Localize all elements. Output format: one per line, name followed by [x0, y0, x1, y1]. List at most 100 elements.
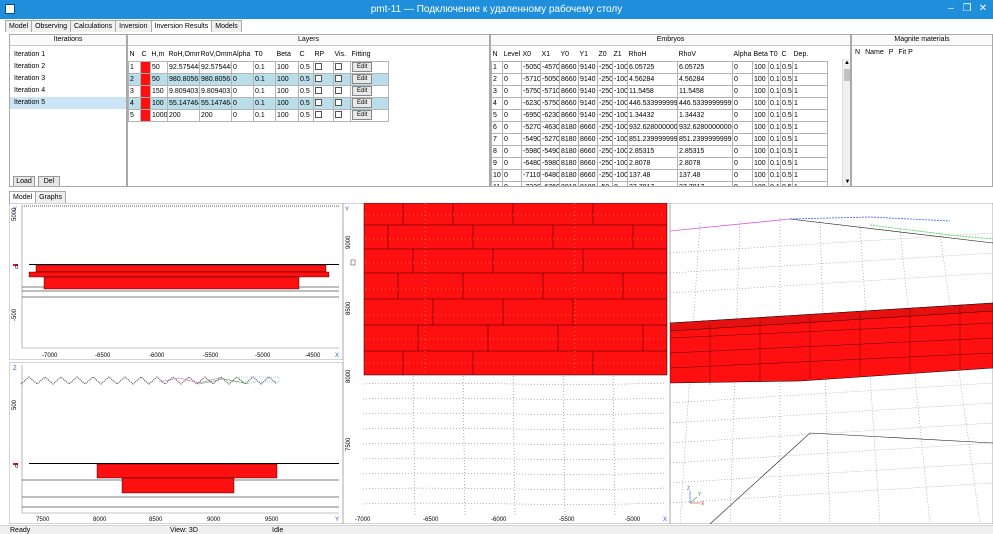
col-header[interactable]: Dep. [792, 49, 828, 62]
table-cell[interactable]: -6230 [521, 96, 541, 110]
table-row[interactable]: 2 50 980.80563 980.80563 0 0.1 100 0.5 Edit [128, 72, 389, 86]
table-cell[interactable]: 0.5 [780, 168, 793, 182]
table-cell[interactable]: 92.575448 [167, 60, 200, 74]
plot-plan-view[interactable]: Y X 9000 8500 8000 7500 -7000 -6500 -600… [343, 203, 670, 524]
table-cell[interactable]: 100 [275, 108, 299, 122]
table-row[interactable]: 1 50 92.575448 92.575448 0 0.1 100 0.5 Edit [128, 60, 389, 74]
table-cell[interactable]: -250 [597, 144, 613, 158]
table-cell[interactable]: 1 [128, 60, 141, 74]
edit-button[interactable]: Edit [352, 110, 373, 120]
table-cell[interactable]: 5 [128, 108, 141, 122]
checkbox[interactable] [315, 98, 322, 106]
vis-checkbox-cell[interactable] [333, 96, 351, 110]
col-header[interactable]: N [491, 49, 503, 62]
col-header[interactable]: Alpha [231, 49, 254, 62]
table-cell[interactable]: -100 [612, 156, 628, 170]
table-cell[interactable]: 2.85315 [627, 144, 678, 158]
table-cell[interactable]: 1 [792, 168, 828, 182]
col-header[interactable]: Z1 [612, 49, 628, 62]
table-cell[interactable]: 8660 [578, 144, 598, 158]
col-header[interactable]: Vis. [333, 49, 351, 62]
table-cell[interactable]: -6480 [540, 168, 560, 182]
table-cell[interactable]: 150 [150, 84, 168, 98]
table-cell[interactable]: 3 [128, 84, 141, 98]
checkbox[interactable] [335, 110, 342, 118]
table-cell[interactable]: 2.8078 [677, 156, 733, 170]
table-cell[interactable]: -100 [612, 168, 628, 182]
table-cell[interactable]: 100 [275, 84, 299, 98]
table-cell[interactable]: 0.1 [768, 72, 781, 86]
vis-checkbox-cell[interactable] [333, 108, 351, 122]
table-cell[interactable]: 1 [792, 60, 828, 74]
table-cell[interactable]: 0.1 [253, 84, 276, 98]
table-cell[interactable]: -250 [597, 156, 613, 170]
table-cell[interactable]: 100 [752, 156, 769, 170]
scroll-down-icon[interactable]: ▼ [843, 178, 850, 186]
table-cell[interactable]: -6760 [540, 180, 560, 186]
table-cell[interactable]: 8660 [559, 60, 579, 74]
table-cell[interactable]: 0.1 [768, 168, 781, 182]
table-cell[interactable]: 92.575448 [199, 60, 232, 74]
title-bar[interactable]: pmt-11 — Подключение к удаленному рабоче… [0, 0, 993, 19]
table-cell[interactable]: 1 [792, 84, 828, 98]
col-header[interactable]: P [889, 49, 894, 56]
col-header[interactable]: RP [313, 49, 334, 62]
plot-yz-section[interactable]: Z Y 500 0 7500 8000 8500 9000 9500 [9, 362, 343, 524]
table-cell[interactable]: 9140 [578, 96, 598, 110]
table-cell[interactable]: 0.1 [768, 180, 781, 186]
restore-button[interactable]: ❐ [960, 3, 974, 15]
table-cell[interactable]: 0 [502, 84, 522, 98]
table-cell[interactable]: 8180 [559, 132, 579, 146]
tab-models[interactable]: Models [211, 20, 242, 32]
table-row[interactable]: 3 0 -5750 -5710 8660 9140 -250 -100 11.5458 11.54… [491, 84, 828, 98]
table-cell[interactable]: 6.05725 [677, 60, 733, 74]
table-cell[interactable]: 0.1 [253, 96, 276, 110]
table-cell[interactable]: 0 [732, 144, 753, 158]
table-cell[interactable]: 0.1 [768, 156, 781, 170]
col-header[interactable]: RoH,Omm [167, 49, 200, 62]
table-cell[interactable]: 851.239999999996 [677, 132, 733, 146]
col-header[interactable]: H,m [150, 49, 168, 62]
table-cell[interactable]: 100 [752, 60, 769, 74]
table-cell[interactable]: 1 [491, 60, 503, 74]
table-cell[interactable]: 0 [612, 180, 628, 186]
table-cell[interactable]: 1 [792, 132, 828, 146]
table-row[interactable]: 10 0 -7110 -6480 8180 8660 -250 -100 137.48 137.4… [491, 168, 828, 182]
checkbox[interactable] [335, 62, 342, 70]
table-row[interactable]: 5 0 -6950 -6230 8660 9140 -250 -100 1.34432 1.344… [491, 108, 828, 122]
table-cell[interactable]: 0.5 [298, 84, 314, 98]
table-cell[interactable]: 100 [275, 96, 299, 110]
col-header[interactable]: C [140, 49, 151, 62]
table-cell[interactable]: 11.5458 [627, 84, 678, 98]
table-cell[interactable]: -250 [597, 108, 613, 122]
table-cell[interactable]: 0.5 [780, 156, 793, 170]
checkbox[interactable] [315, 62, 322, 70]
fitting-cell[interactable]: Edit [350, 84, 389, 98]
table-cell[interactable]: 100 [150, 96, 168, 110]
table-cell[interactable]: 6.05725 [627, 60, 678, 74]
table-cell[interactable]: 0 [732, 180, 753, 186]
table-cell[interactable]: 9 [491, 156, 503, 170]
table-cell[interactable]: 0.5 [298, 108, 314, 122]
table-cell[interactable]: 1000 [150, 108, 168, 122]
table-cell[interactable]: 0 [502, 60, 522, 74]
table-cell[interactable]: 9140 [578, 84, 598, 98]
table-cell[interactable]: 0 [502, 108, 522, 122]
table-cell[interactable]: 9.8094032 [199, 84, 232, 98]
table-cell[interactable]: 0 [732, 120, 753, 134]
table-cell[interactable]: 0.5 [780, 60, 793, 74]
table-cell[interactable]: 4.56284 [627, 72, 678, 86]
tab-view-model[interactable]: Model [9, 191, 37, 203]
table-cell[interactable]: 100 [752, 132, 769, 146]
table-cell[interactable]: 8180 [559, 144, 579, 158]
table-cell[interactable]: 100 [275, 72, 299, 86]
table-cell[interactable]: 9140 [578, 108, 598, 122]
col-header[interactable]: Fitting [350, 49, 389, 62]
table-row[interactable]: 4 0 -6230 -5750 8660 9140 -250 -100 446.53399999… [491, 96, 828, 110]
table-cell[interactable]: -250 [597, 72, 613, 86]
table-cell[interactable]: 137.48 [627, 168, 678, 182]
table-cell[interactable]: 0.5 [780, 132, 793, 146]
col-header[interactable]: T0 [768, 49, 781, 62]
table-cell[interactable]: -250 [597, 132, 613, 146]
table-cell[interactable]: 100 [752, 144, 769, 158]
